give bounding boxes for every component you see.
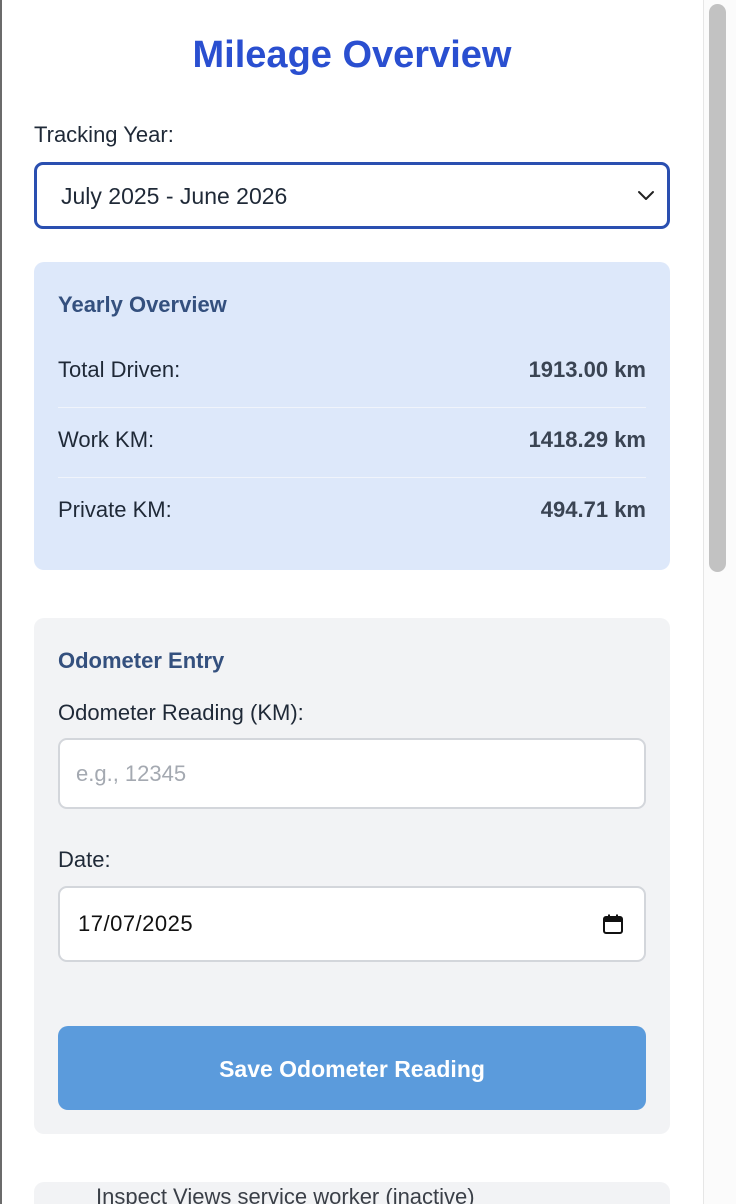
mileage-page: Mileage Overview Tracking Year: July 202… bbox=[0, 0, 736, 1204]
stat-value: 494.71 km bbox=[540, 497, 646, 522]
date-label: Date: bbox=[58, 847, 111, 872]
next-section-card: Inspect Views service worker (inactive) bbox=[34, 1182, 670, 1204]
stat-label: Total Driven: bbox=[58, 357, 181, 382]
odometer-entry-title: Odometer Entry bbox=[58, 648, 225, 673]
stat-value: 1913.00 km bbox=[528, 357, 646, 382]
yearly-overview-title: Yearly Overview bbox=[58, 292, 227, 317]
date-input[interactable]: 17/07/2025 bbox=[58, 886, 646, 962]
stat-value: 1418.29 km bbox=[528, 427, 646, 452]
date-value: 17/07/2025 bbox=[78, 911, 194, 936]
window-edge bbox=[0, 0, 2, 1204]
tracking-year-select[interactable]: July 2025 - June 2026 bbox=[34, 162, 670, 229]
save-odometer-button[interactable]: Save Odometer Reading bbox=[58, 1026, 646, 1110]
stat-row-work-km: Work KM: 1418.29 km bbox=[58, 407, 646, 477]
page-title: Mileage Overview bbox=[192, 34, 512, 76]
tracking-year-selected-value: July 2025 - June 2026 bbox=[61, 183, 288, 209]
chevron-down-icon bbox=[638, 191, 654, 200]
calendar-icon[interactable] bbox=[602, 913, 624, 935]
stat-row-private-km: Private KM: 494.71 km bbox=[58, 477, 646, 547]
stat-row-total-driven: Total Driven: 1913.00 km bbox=[58, 337, 646, 407]
yearly-overview-card: Yearly Overview Total Driven: 1913.00 km… bbox=[34, 262, 670, 570]
odometer-reading-label: Odometer Reading (KM): bbox=[58, 700, 304, 725]
stat-label: Work KM: bbox=[58, 427, 155, 452]
tracking-year-label: Tracking Year: bbox=[34, 122, 174, 147]
odometer-reading-input[interactable] bbox=[58, 738, 646, 809]
stat-label: Private KM: bbox=[58, 497, 172, 522]
scrollbar-thumb[interactable] bbox=[709, 4, 726, 572]
next-section-peek-text: Inspect Views service worker (inactive) bbox=[96, 1184, 475, 1204]
